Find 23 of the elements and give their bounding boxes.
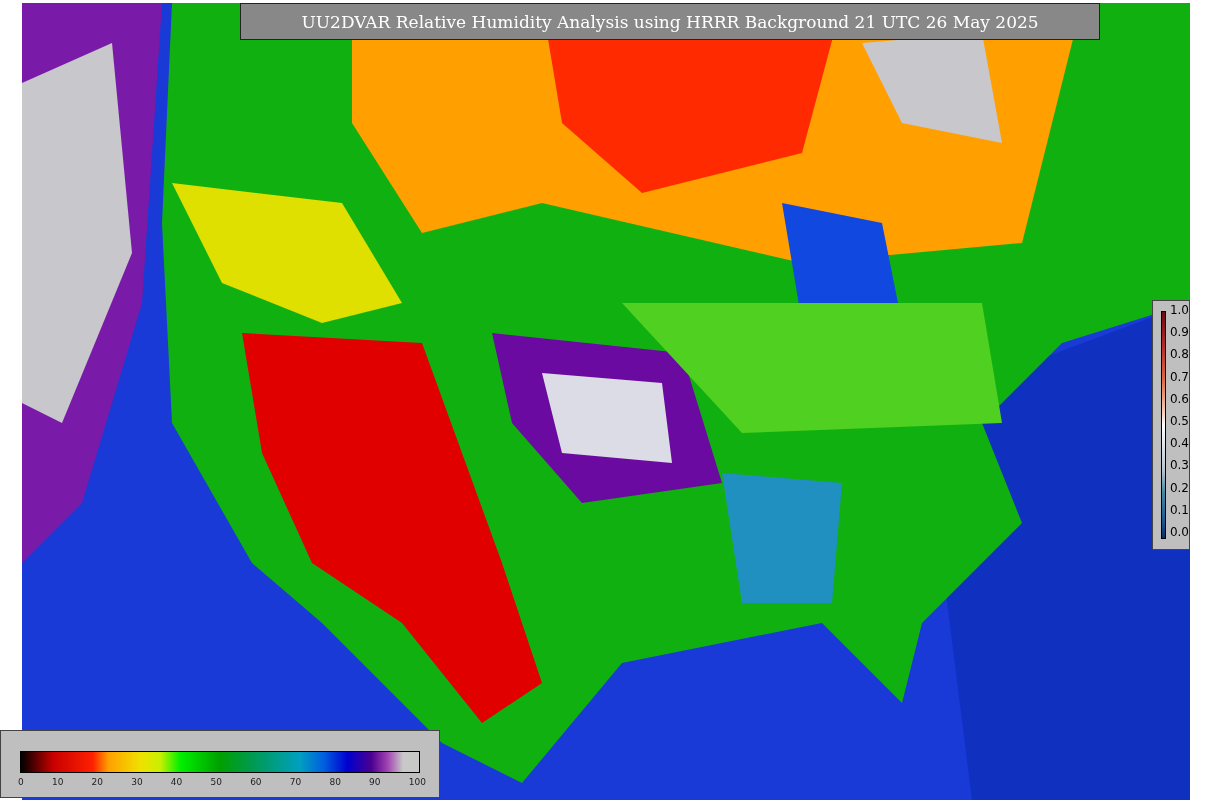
- tick-label: 20: [91, 777, 103, 787]
- tick-label: 60: [250, 777, 262, 787]
- tick-label: 0.9: [1169, 325, 1189, 340]
- tick-label: 50: [210, 777, 222, 787]
- tick-label: 0.6: [1169, 391, 1189, 406]
- tick-label: 0: [18, 777, 24, 787]
- tick-label: 0.8: [1169, 347, 1189, 362]
- tick-label: 90: [369, 777, 381, 787]
- tick-label: 0.0: [1169, 524, 1189, 539]
- tick-label: 1.0: [1169, 303, 1189, 317]
- tick-label: 10: [51, 777, 64, 787]
- tick-label: 100: [408, 777, 426, 787]
- tick-label: 40: [170, 777, 183, 787]
- tick-label: 0.4: [1169, 436, 1189, 451]
- tick-label: 0.2: [1169, 480, 1189, 495]
- tick-label: 0.3: [1169, 458, 1189, 473]
- tick-label: 0.5: [1169, 413, 1189, 428]
- map-title: UU2DVAR Relative Humidity Analysis using HRRR Background 21 UTC 26 May 2025: [240, 3, 1100, 40]
- tick-label: 0.7: [1169, 369, 1189, 384]
- tick-label: 80: [329, 777, 341, 787]
- tick-label: 30: [131, 777, 143, 787]
- tick-label: 0.1: [1169, 502, 1189, 517]
- tick-label: 70: [289, 777, 302, 787]
